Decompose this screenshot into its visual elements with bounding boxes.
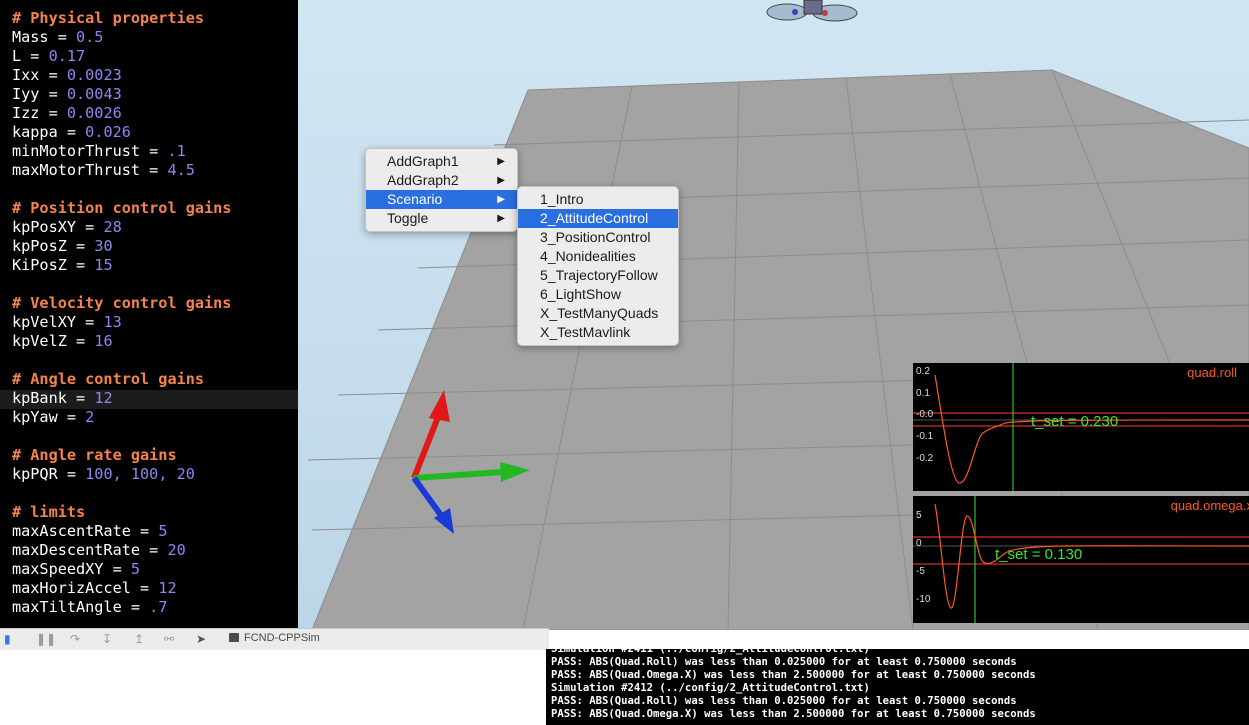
roll-graph[interactable]: quad.roll 0.2 0.1 -0.0 -0.1 -0.2 t_set =… [913,363,1249,491]
code-param-line: Mass = 0.5 [12,28,104,46]
code-param-line: kpPosXY = 28 [12,218,122,236]
code-param-line: L = 0.17 [12,47,86,65]
code-param-line: Ixx = 0.0023 [12,66,122,84]
run-target[interactable]: FCND-CPPSim [229,632,320,644]
code-comment-line: # limits [12,503,86,521]
code-param-line: kpPQR = 100, 100, 20 [12,465,195,483]
code-param-line: kpPosZ = 30 [12,237,113,255]
code-param-line: maxSpeedXY = 5 [12,560,141,578]
scenario-submenu: 1_Intro 2_AttitudeControl 3_PositionContro… [517,186,679,346]
code-param-line: kpVelZ = 16 [12,332,113,350]
y-tick: 5 [916,510,922,521]
code-param-line: kpYaw = 2 [12,408,95,426]
code-param-line: kappa = 0.026 [12,123,131,141]
code-param-line: Izz = 0.0026 [12,104,122,122]
console-line: PASS: ABS(Quad.Omega.X) was less than 2.… [551,708,1036,720]
breakpoint-toggle-icon[interactable]: ▮ [4,632,11,646]
submenu-arrow-icon: ▶ [497,194,505,205]
context-menu: AddGraph1 ▶ AddGraph2 ▶ Scenario ▶ Toggle ▶ [365,148,518,232]
scenario-item[interactable]: 1_Intro [518,190,678,209]
y-tick: -5 [916,566,925,577]
y-tick: 0.1 [916,388,930,399]
code-comment-line: # Angle rate gains [12,446,177,464]
run-target-label: FCND-CPPSim [244,632,320,644]
y-tick: -0.2 [916,453,934,464]
debug-toolbar: ▮ ❚❚ ↷ ↧ ↥ ⚯ ➤ FCND-CPPSim [0,628,549,650]
console-line: Simulation #2412 (../config/2_AttitudeCo… [551,682,870,694]
console-line: PASS: ABS(Quad.Roll) was less than 0.025… [551,695,1017,707]
code-param-line: kpBank = 12 [12,389,113,407]
submenu-arrow-icon: ▶ [497,175,505,186]
code-param-line: minMotorThrust = .1 [12,142,186,160]
step-into-icon[interactable]: ↧ [102,632,112,646]
code-comment-line: # Position control gains [12,199,232,217]
scenario-item[interactable]: 3_PositionControl [518,228,678,247]
code-param-line: maxDescentRate = 20 [12,541,186,559]
code-param-line: kpVelXY = 13 [12,313,122,331]
location-icon[interactable]: ➤ [196,632,206,646]
submenu-arrow-icon: ▶ [497,213,505,224]
y-tick: -10 [916,594,931,605]
variables-pane [0,650,546,725]
debug-view-hierarchy-icon[interactable]: ⚯ [164,632,174,646]
submenu-arrow-icon: ▶ [497,156,505,167]
step-out-icon[interactable]: ↥ [134,632,144,646]
code-param-line: Iyy = 0.0043 [12,85,122,103]
omega-x-trace [934,503,1249,609]
t-set-annotation: t_set = 0.230 [1031,413,1119,430]
code-param-line: KiPosZ = 15 [12,256,113,274]
code-comment-line: # Angle control gains [12,370,205,388]
scenario-item[interactable]: 2_AttitudeControl [518,209,678,228]
omega-x-graph[interactable]: quad.omega.x 5 0 -5 -10 t_set = 0.130 [913,496,1249,623]
scenario-item[interactable]: X_TestManyQuads [518,304,678,323]
menu-item-scenario[interactable]: Scenario ▶ [366,190,517,209]
scenario-item[interactable]: 4_Nonidealities [518,247,678,266]
code-comment-line: # Physical properties [12,9,205,27]
code-param-line: maxMotorThrust = 4.5 [12,161,195,179]
pause-icon[interactable]: ❚❚ [36,632,56,646]
code-param-line: maxAscentRate = 5 [12,522,168,540]
code-param-line: maxHorizAccel = 12 [12,579,177,597]
menu-item-addgraph2[interactable]: AddGraph2 ▶ [366,171,517,190]
menu-item-toggle[interactable]: Toggle ▶ [366,209,517,228]
console-line: PASS: ABS(Quad.Roll) was less than 0.025… [551,656,1017,668]
scenario-item[interactable]: 6_LightShow [518,285,678,304]
code-param-line: maxTiltAngle = .7 [12,598,168,616]
graph-title: quad.roll [1187,365,1237,380]
target-icon [229,633,239,642]
menu-item-addgraph1[interactable]: AddGraph1 ▶ [366,152,517,171]
graph-title: quad.omega.x [1170,498,1249,513]
console-line: Simulation #2411 (../config/2_AttitudeCo… [551,649,870,655]
config-editor[interactable]: # Physical properties Mass = 0.5 L = 0.17 I… [0,0,298,628]
y-tick: 0 [916,538,922,549]
code-comment-line: # Velocity control gains [12,294,232,312]
t-set-annotation: t_set = 0.130 [995,546,1083,563]
scenario-item[interactable]: 5_TrajectoryFollow [518,266,678,285]
step-over-icon[interactable]: ↷ [70,632,80,646]
y-tick: 0.2 [916,366,930,377]
scenario-item[interactable]: X_TestMavlink [518,323,678,342]
quadcopter [766,0,858,22]
y-tick: -0.1 [916,431,934,442]
console-line: PASS: ABS(Quad.Omega.X) was less than 2.… [551,669,1036,681]
console-output[interactable]: Simulation #2411 (../config/2_AttitudeCo… [546,649,1249,725]
y-tick: -0.0 [916,409,934,420]
